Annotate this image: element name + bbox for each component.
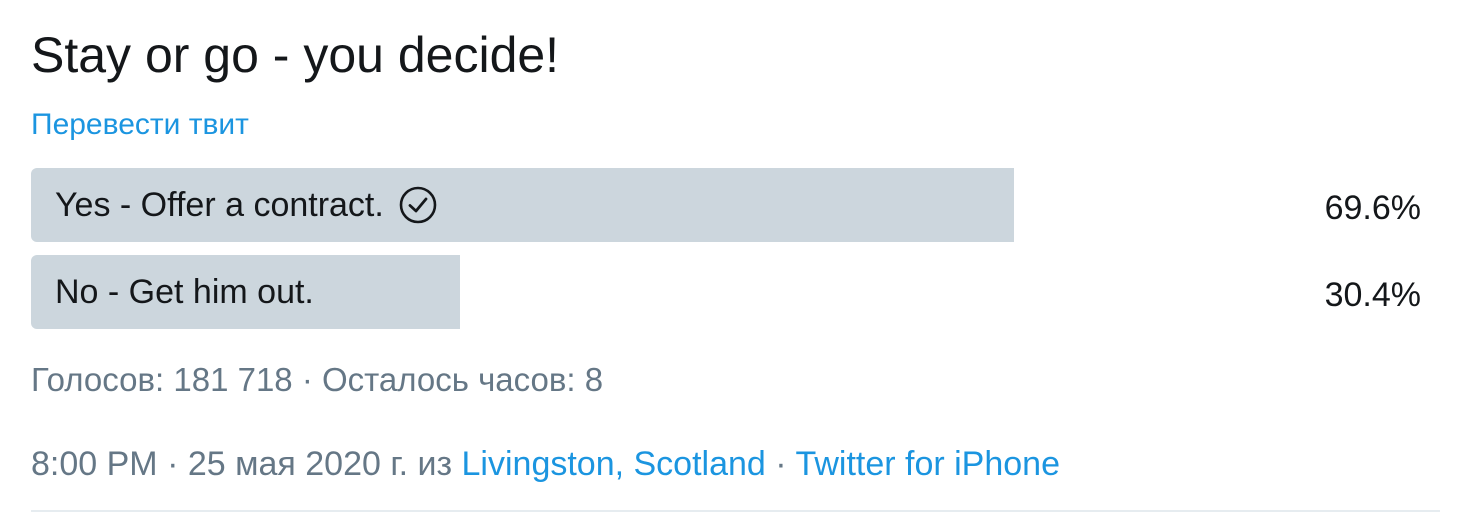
tweet-text: Stay or go - you decide! bbox=[31, 27, 560, 83]
from-word: из bbox=[408, 445, 462, 483]
tweet-time: 8:00 PM bbox=[31, 445, 158, 483]
check-circle-icon bbox=[399, 186, 437, 224]
poll-option-label: Yes - Offer a contract. bbox=[55, 168, 438, 242]
separator-dot: · bbox=[292, 361, 322, 398]
poll-option-percent: 69.6% bbox=[1324, 189, 1421, 227]
tweet-date: 25 мая 2020 г. bbox=[187, 445, 409, 483]
poll-option-no: No - Get him out. 30.4% bbox=[31, 255, 1421, 329]
poll-option-text: No - Get him out. bbox=[55, 273, 314, 311]
poll-option-percent: 30.4% bbox=[1324, 276, 1421, 314]
poll-option-label: No - Get him out. bbox=[55, 255, 314, 329]
poll-time-remaining: Осталось часов: 8 bbox=[321, 361, 604, 398]
poll-option-yes: Yes - Offer a contract. 69.6% bbox=[31, 168, 1421, 242]
tweet-meta: 8:00 PM · 25 мая 2020 г. из Livingston, … bbox=[31, 441, 1060, 487]
separator-dot: · bbox=[765, 445, 796, 483]
divider bbox=[31, 510, 1440, 512]
location-link[interactable]: Livingston, Scotland bbox=[462, 445, 766, 483]
separator-dot: · bbox=[157, 445, 188, 483]
translate-tweet-link[interactable]: Перевести твит bbox=[31, 106, 249, 144]
poll-option-text: Yes - Offer a contract. bbox=[55, 186, 384, 224]
tweet: Stay or go - you decide! Перевести твит … bbox=[0, 0, 1460, 513]
poll-meta: Голосов: 181 718 · Осталось часов: 8 bbox=[31, 358, 603, 402]
poll: Yes - Offer a contract. 69.6% No - Get h… bbox=[31, 168, 1421, 342]
poll-votes: Голосов: 181 718 bbox=[31, 361, 293, 398]
source-link[interactable]: Twitter for iPhone bbox=[795, 445, 1060, 483]
